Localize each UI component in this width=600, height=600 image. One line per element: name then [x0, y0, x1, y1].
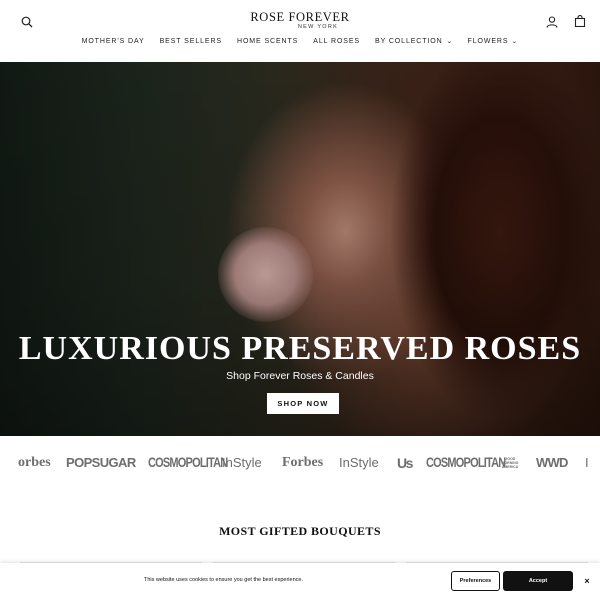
press-logo-forbes: orbes [18, 455, 51, 470]
nav-item-mothers-day[interactable]: MOTHER'S DAY [74, 38, 152, 45]
cookie-message: This website uses cookies to ensure you … [144, 577, 303, 583]
section-title: MOST GIFTED BOUQUETS [219, 524, 381, 538]
nav-item-home-scents[interactable]: HOME SCENTS [230, 38, 306, 45]
press-logo-wwd: WWD [536, 455, 568, 470]
press-logo-gma: GOOD MORNING AMERICA [501, 457, 519, 469]
shop-now-button[interactable]: SHOP NOW [267, 393, 339, 414]
logo-location: NEW YORK [297, 24, 339, 30]
user-icon[interactable] [544, 14, 560, 30]
press-logo-us-weekly: Us [397, 455, 413, 471]
nav-item-best-sellers[interactable]: BEST SELLERS [152, 38, 229, 45]
accept-button[interactable]: Accept [503, 571, 573, 591]
main-nav: MOTHER'S DAY BEST SELLERS HOME SCENTS AL… [0, 38, 600, 45]
press-logo-cosmopolitan: COSMOPOLITAN [148, 455, 228, 471]
logo-wordmark: ROSE FOREVER [250, 10, 350, 24]
nav-item-label: MOTHER'S DAY [81, 38, 145, 45]
close-icon[interactable]: × [582, 575, 592, 587]
chevron-down-icon: ⌄ [445, 39, 454, 45]
press-logo-popsugar: POPSUGAR [66, 455, 136, 470]
brand-logo[interactable]: ROSE FOREVER NEW YORK [0, 10, 600, 30]
press-logo-cosmopolitan: COSMOPOLITAN [426, 455, 506, 471]
nav-item-flowers[interactable]: FLOWERS ⌄ [460, 38, 526, 45]
preferences-button[interactable]: Preferences [451, 571, 500, 591]
bag-icon[interactable] [572, 13, 588, 29]
hero-banner: LUXURIOUS PRESERVED ROSES Shop Forever R… [0, 62, 600, 436]
nav-item-by-collection[interactable]: BY COLLECTION ⌄ [368, 38, 461, 45]
press-logo-instyle: InStyle [339, 455, 379, 470]
press-logos-strip: orbes POPSUGAR COSMOPOLITAN InStyle Forb… [0, 436, 600, 490]
nav-item-label: BEST SELLERS [159, 38, 222, 45]
cookie-banner: This website uses cookies to ensure you … [0, 563, 600, 600]
press-logo-forbes: Forbes [282, 455, 324, 470]
chevron-down-icon: ⌄ [511, 39, 520, 45]
site-header: ROSE FOREVER NEW YORK MOTHER'S DAY BEST … [0, 0, 600, 62]
nav-item-all-roses[interactable]: ALL ROSES [306, 38, 368, 45]
nav-item-label: BY COLLECTION [375, 38, 443, 45]
press-logo-partial: I [585, 455, 589, 470]
press-logo-instyle: InStyle [222, 455, 262, 470]
hero-subtitle: Shop Forever Roses & Candles [226, 370, 374, 382]
hero-title: LUXURIOUS PRESERVED ROSES [18, 330, 582, 367]
nav-item-label: ALL ROSES [313, 38, 360, 45]
nav-item-label: HOME SCENTS [237, 38, 299, 45]
nav-item-label: FLOWERS [467, 38, 509, 45]
